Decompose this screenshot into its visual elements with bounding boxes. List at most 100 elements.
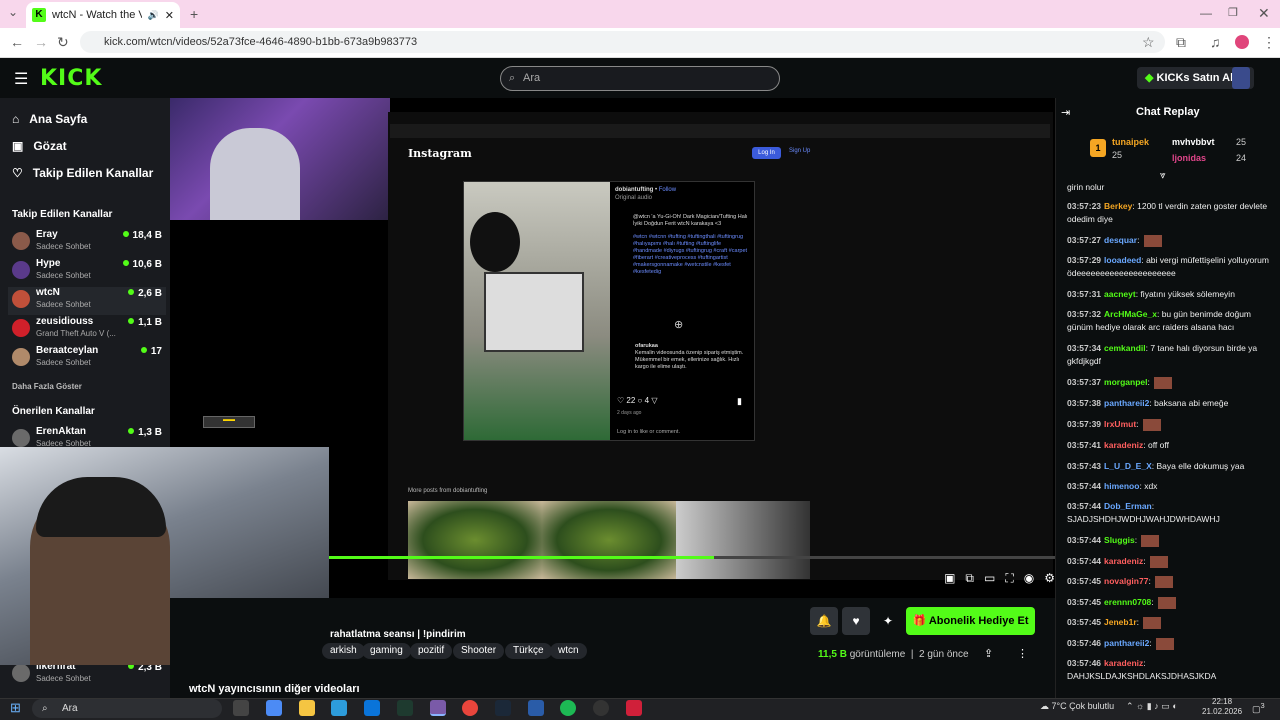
nav-following[interactable]: ♡ Takip Edilen Kanallar [12, 166, 153, 180]
clock[interactable]: 22:18 21.02.2026 [1202, 697, 1242, 717]
extensions-icon[interactable]: ⧉ [1176, 34, 1186, 51]
browser-tab[interactable]: K wtcN - Watch the VOD on K 🔊 ✕ [26, 2, 180, 28]
hamburger-menu-icon[interactable]: ☰ [14, 69, 28, 89]
profile-avatar[interactable] [1235, 35, 1249, 49]
share-icon[interactable]: ⇪ [984, 647, 993, 660]
chat-username[interactable]: panthareii2 [1104, 398, 1149, 408]
chat-username[interactable]: Berkey [1104, 201, 1132, 211]
speaker-icon[interactable]: 🔊 [148, 10, 159, 21]
theater-icon[interactable]: ▭ [984, 571, 995, 589]
forward-icon[interactable]: → [34, 34, 48, 50]
url-field[interactable]: kick.com/wtcn/videos/52a73fce-4646-4890-… [80, 31, 1165, 53]
notification-icon[interactable]: ▢3 [1252, 701, 1265, 715]
start-icon[interactable]: ⊞ [10, 700, 21, 716]
chat-username[interactable]: looadeed [1104, 255, 1141, 265]
chat-username[interactable]: aacneyt [1104, 289, 1136, 299]
chat-username[interactable]: Jeneb1r [1104, 617, 1137, 627]
follow-heart-button[interactable]: ♥ [842, 607, 870, 635]
user-avatar[interactable] [1232, 67, 1250, 89]
chat-username[interactable]: Dob_Erman [1104, 501, 1152, 511]
back-icon[interactable]: ← [10, 34, 24, 50]
followed-channel[interactable]: Hype Sadece Sohbet 10,6 B [12, 258, 162, 286]
chat-username[interactable]: L_U_D_E_X [1104, 461, 1152, 471]
gift-sub-button[interactable]: 🎁 Abonelik Hediye Et [906, 607, 1035, 635]
reload-icon[interactable]: ↻ [57, 34, 69, 51]
notification-bell-button[interactable]: 🔔 [810, 607, 838, 635]
followed-channel[interactable]: zeusidiouss Grand Theft Auto V (... 1,1 … [12, 316, 162, 344]
tag[interactable]: wtcn [550, 643, 587, 659]
collapse-chat-icon[interactable]: ⇥ [1061, 106, 1070, 119]
chat-username[interactable]: morganpel [1104, 377, 1147, 387]
nav-browse[interactable]: ▣ Gözat [12, 139, 67, 153]
tag[interactable]: pozitif [410, 643, 453, 659]
ig-days-ago: 2 days ago [617, 410, 642, 416]
expand-gifters-icon[interactable]: ⩔ [1160, 170, 1166, 181]
tab-menu-icon[interactable]: ⌄ [8, 5, 18, 19]
sparkle-button[interactable]: ✦ [874, 607, 902, 635]
live-icon[interactable]: ◉ [1024, 571, 1034, 589]
task-view-icon[interactable] [233, 700, 249, 716]
copilot-icon[interactable] [266, 700, 282, 716]
new-tab-icon[interactable]: + [190, 6, 198, 22]
bookmark-star-icon[interactable]: ☆ [1142, 34, 1155, 51]
spotify-icon[interactable] [560, 700, 576, 716]
chat-timestamp: 03:57:29 [1067, 255, 1102, 265]
steam-icon[interactable] [495, 700, 511, 716]
tag[interactable]: arkish [322, 643, 365, 659]
minimize-icon[interactable]: — [1200, 6, 1212, 20]
chat-username[interactable]: cemkandil [1104, 343, 1146, 353]
chat-username[interactable]: erennn0708 [1104, 597, 1151, 607]
obs-icon[interactable] [593, 700, 609, 716]
mail-icon[interactable] [364, 700, 380, 716]
media-controls-icon[interactable]: ♫ [1210, 34, 1221, 50]
file-explorer-icon[interactable] [299, 700, 315, 716]
chat-username[interactable]: Sluggis [1104, 535, 1135, 545]
followed-channel[interactable]: Eray Sadece Sohbet 18,4 B [12, 229, 162, 257]
chrome-icon[interactable] [462, 700, 478, 716]
more-options-icon[interactable]: ⋮ [1017, 647, 1028, 660]
tray-icons[interactable]: ⌃ ☼ ▮ ♪ ▭ ◐ [1126, 701, 1178, 712]
tag[interactable]: gaming [362, 643, 411, 659]
valorant-icon[interactable] [626, 700, 642, 716]
chat-timestamp: 03:57:31 [1067, 289, 1102, 299]
chat-message: 03:57:29 looadeed: abi vergi müfettişelin… [1067, 254, 1272, 280]
browser-menu-icon[interactable]: ⋮ [1262, 34, 1276, 51]
close-window-icon[interactable]: ✕ [1258, 5, 1270, 22]
kick-logo[interactable]: KICK [40, 66, 102, 91]
video-progress-bar[interactable] [329, 556, 1055, 559]
pip-icon[interactable]: ▣ [944, 571, 955, 589]
chat-username[interactable]: ArcHMaGe_x [1104, 309, 1157, 319]
fullscreen-icon[interactable]: ⛶ [1005, 571, 1013, 589]
maximize-icon[interactable]: ❐ [1228, 6, 1238, 19]
chat-username[interactable]: desquar [1104, 235, 1137, 245]
chat-username[interactable]: novalgin77 [1104, 576, 1148, 586]
show-more-link[interactable]: Daha Fazla Göster [12, 382, 82, 391]
discord-icon[interactable] [430, 700, 446, 716]
chat-username[interactable]: karadeniz [1104, 658, 1143, 668]
store-icon[interactable] [331, 700, 347, 716]
emote-image [1141, 534, 1160, 547]
search-input[interactable]: ⌕ Ara [500, 66, 780, 91]
settings-gear-icon[interactable]: ⚙ [1044, 571, 1055, 589]
terminal-icon[interactable] [397, 700, 413, 716]
nav-home-label: Ana Sayfa [29, 112, 88, 126]
chat-username[interactable]: IrxUmut [1104, 419, 1136, 429]
nav-home[interactable]: ⌂ Ana Sayfa [12, 112, 87, 126]
followed-channel-active[interactable]: wtcN Sadece Sohbet 2,6 B [8, 287, 166, 315]
followed-channel[interactable]: Beraatceylan Sadece Sohbet 17 [12, 345, 162, 373]
tag[interactable]: Türkçe [505, 643, 552, 659]
weather-widget[interactable]: ☁ 7°C Çok bulutlu [1040, 701, 1114, 712]
clip-icon[interactable]: ⧉ [965, 571, 974, 589]
tag[interactable]: Shooter [453, 643, 505, 659]
chat-username[interactable]: karadeniz [1104, 440, 1143, 450]
chat-username[interactable]: himenoo [1104, 481, 1139, 491]
chat-message: 03:57:43 L_U_D_E_X: Baya elle dokumuş yaa [1067, 460, 1272, 473]
close-tab-icon[interactable]: ✕ [165, 9, 174, 22]
chat-message: 03:57:32 ArcHMaGe_x: bu gün benimde doğum… [1067, 308, 1272, 334]
app-icon[interactable] [528, 700, 544, 716]
chat-username[interactable]: panthareii2 [1104, 638, 1149, 648]
ig-follow: Follow [658, 187, 677, 193]
taskbar-search[interactable]: ⌕ Ara [32, 699, 222, 718]
recommended-channel[interactable]: ilkerfırat Sadece Sohbet 2,3 B [12, 661, 162, 689]
chat-username[interactable]: karadeniz [1104, 556, 1143, 566]
